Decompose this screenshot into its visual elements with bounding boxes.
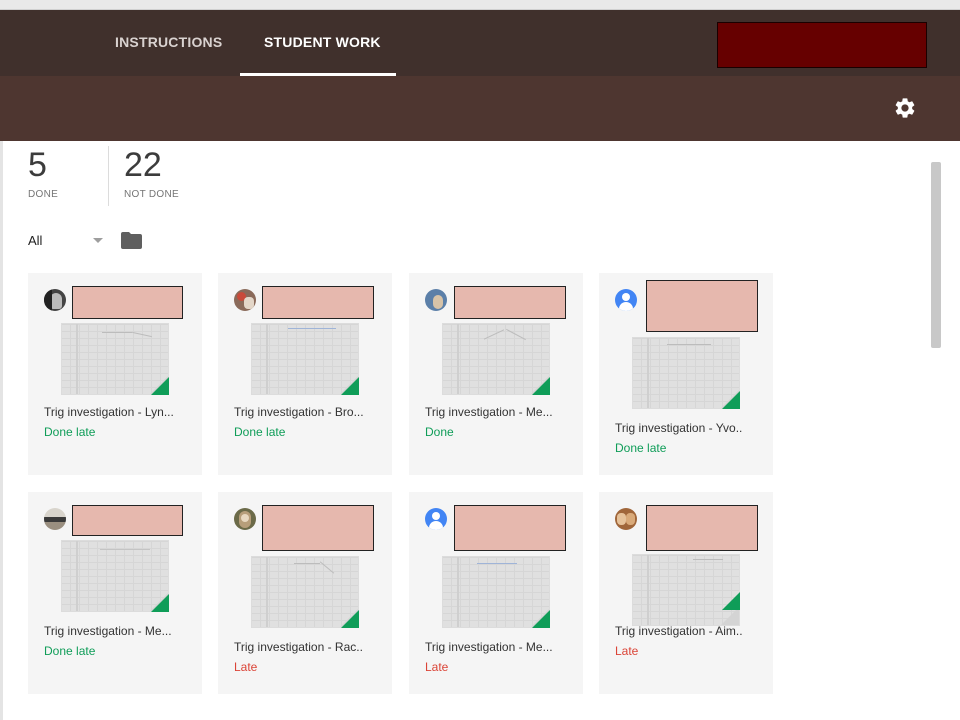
avatar — [615, 508, 637, 530]
card-status: Done — [425, 425, 454, 439]
card-title: Trig investigation - Aim.. — [615, 624, 743, 638]
redacted-class-name — [717, 22, 927, 68]
stat-not-done[interactable]: 22 NOT DONE — [124, 147, 179, 200]
caret-down-icon[interactable] — [93, 238, 103, 243]
submission-card[interactable]: Trig investigation - Aim.. Late — [599, 492, 773, 694]
redacted-student-name — [262, 286, 374, 319]
google-sheets-icon — [722, 391, 740, 409]
avatar — [425, 289, 447, 311]
avatar — [44, 289, 66, 311]
redacted-student-name — [72, 505, 183, 536]
redacted-student-name — [72, 286, 183, 319]
submission-card[interactable]: Trig investigation - Me... Done late — [28, 492, 202, 694]
avatar — [234, 508, 256, 530]
folder-icon[interactable] — [121, 232, 142, 249]
browser-bookmarks-strip — [0, 0, 960, 10]
default-avatar-icon — [615, 289, 637, 311]
google-sheets-icon — [341, 610, 359, 628]
card-status: Late — [615, 644, 639, 658]
submission-card[interactable]: Trig investigation - Rac.. Late — [218, 492, 392, 694]
avatar — [234, 289, 256, 311]
avatar — [44, 508, 66, 530]
card-status: Done late — [234, 425, 286, 439]
redacted-student-name — [262, 505, 374, 551]
not-done-label: NOT DONE — [124, 189, 179, 200]
google-sheets-icon — [341, 377, 359, 395]
done-count: 5 — [28, 146, 47, 184]
card-status: Done late — [44, 425, 96, 439]
google-sheets-icon — [532, 610, 550, 628]
card-status: Late — [234, 660, 258, 674]
scrollbar-thumb[interactable] — [931, 162, 941, 348]
card-title: Trig investigation - Me... — [44, 624, 172, 638]
submission-card[interactable]: Trig investigation - Bro... Done late — [218, 273, 392, 475]
card-title: Trig investigation - Lyn... — [44, 405, 174, 419]
not-done-count: 22 — [124, 146, 162, 184]
redacted-student-name — [454, 286, 566, 319]
app-header: INSTRUCTIONS STUDENT WORK — [0, 10, 960, 76]
submission-card[interactable]: Trig investigation - Me... Done — [409, 273, 583, 475]
left-panel-edge — [0, 141, 3, 720]
card-status: Done late — [615, 441, 667, 455]
google-sheets-icon — [151, 377, 169, 395]
redacted-student-name — [646, 505, 758, 551]
google-sheets-icon — [722, 592, 740, 610]
tab-student-work[interactable]: STUDENT WORK — [264, 34, 381, 50]
stat-done[interactable]: 5 DONE — [28, 147, 58, 200]
card-title: Trig investigation - Me... — [425, 640, 553, 654]
done-label: DONE — [28, 189, 59, 200]
stat-divider — [108, 146, 109, 206]
default-avatar-icon — [425, 508, 447, 530]
card-title: Trig investigation - Bro... — [234, 405, 364, 419]
filter-dropdown[interactable]: All — [28, 233, 42, 248]
redacted-student-name — [454, 505, 566, 551]
gear-icon[interactable] — [893, 96, 917, 120]
card-title: Trig investigation - Me... — [425, 405, 553, 419]
card-status: Done late — [44, 644, 96, 658]
submission-card[interactable]: Trig investigation - Yvo.. Done late — [599, 273, 773, 475]
tab-instructions[interactable]: INSTRUCTIONS — [115, 34, 222, 50]
toolbar — [0, 76, 960, 141]
card-status: Late — [425, 660, 449, 674]
submission-card[interactable]: Trig investigation - Lyn... Done late — [28, 273, 202, 475]
redacted-student-name — [646, 280, 758, 332]
card-title: Trig investigation - Yvo.. — [615, 421, 743, 435]
google-sheets-icon — [532, 377, 550, 395]
card-title: Trig investigation - Rac.. — [234, 640, 363, 654]
google-sheets-icon — [151, 594, 169, 612]
sheet-thumbnail — [632, 554, 740, 626]
submission-card[interactable]: Trig investigation - Me... Late — [409, 492, 583, 694]
